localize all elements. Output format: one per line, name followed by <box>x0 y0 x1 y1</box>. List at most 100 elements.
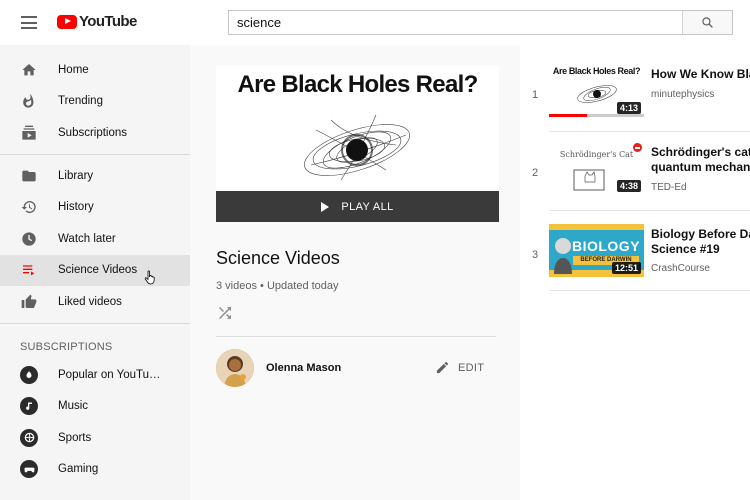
meta-separator: • <box>260 280 267 292</box>
sidebar-item-label: Home <box>58 63 89 76</box>
video-channel[interactable]: minutephysics <box>651 89 714 100</box>
video-count: 3 videos <box>216 280 257 292</box>
watch-progress-bar <box>549 114 644 117</box>
search-icon <box>702 17 713 28</box>
edit-label: EDIT <box>458 361 485 374</box>
history-icon <box>21 199 37 215</box>
playlist-meta: 3 videos • Updated today <box>216 280 339 292</box>
playlist-panel: Are Black Holes Real? PLAY ALL Science V… <box>190 45 520 500</box>
row-divider <box>549 290 750 291</box>
remove-badge-icon[interactable] <box>633 143 642 152</box>
hand-cursor-icon <box>144 270 155 285</box>
video-title-line2: quantum mechan <box>651 160 750 174</box>
video-title-line1: Schrödinger's cat: <box>651 145 750 159</box>
subscription-sports[interactable]: Sports <box>0 422 190 454</box>
subscription-gaming[interactable]: Gaming <box>0 454 190 486</box>
playlist-icon <box>21 262 37 278</box>
video-index: 2 <box>532 167 539 179</box>
sidebar-item-science-videos[interactable]: Science Videos <box>0 254 190 287</box>
playlist-title: Science Videos <box>216 248 340 268</box>
updated-text: Updated today <box>266 280 339 292</box>
subscription-music[interactable]: Music <box>0 390 190 422</box>
play-icon <box>321 201 330 212</box>
hero-thumbnail-text: Are Black Holes Real? <box>237 71 478 98</box>
sidebar-item-label: Music <box>58 400 89 413</box>
sidebar-item-label: Watch later <box>58 232 116 245</box>
video-duration: 4:13 <box>616 102 641 114</box>
playlist-owner[interactable]: Olenna Mason <box>216 349 341 387</box>
music-icon <box>20 397 38 416</box>
youtube-play-icon <box>57 14 77 29</box>
video-duration: 4:38 <box>616 180 641 192</box>
video-index: 3 <box>532 249 539 261</box>
search-button[interactable] <box>682 11 732 34</box>
sidebar-item-label: Subscriptions <box>58 126 128 139</box>
subscriptions-icon <box>21 125 37 141</box>
play-all-button[interactable]: PLAY ALL <box>216 191 499 222</box>
popular-icon <box>20 365 38 384</box>
playlist-video-list: 1 Are Black Holes Real? 4:13 How We Know… <box>520 45 750 500</box>
sidebar-item-library[interactable]: Library <box>0 160 190 192</box>
video-duration: 12:51 <box>611 262 641 274</box>
owner-name[interactable]: Olenna Mason <box>266 362 341 374</box>
pencil-icon <box>436 361 449 374</box>
youtube-logo[interactable]: YouTube <box>57 13 137 30</box>
thumbnail-text-line1: BIOLOGY <box>571 238 641 254</box>
row-divider <box>549 210 750 211</box>
logo-text: YouTube <box>79 13 137 30</box>
list-item[interactable]: 2 Schrödinger's Cat 4:38 Schrödinger's c… <box>520 142 750 208</box>
folder-icon <box>21 168 37 184</box>
sidebar-item-label: Trending <box>58 95 103 108</box>
subscriptions-header: SUBSCRIPTIONS <box>20 340 113 353</box>
video-title[interactable]: How We Know Bla <box>651 67 750 82</box>
sidebar-item-label: Library <box>58 169 94 182</box>
video-title[interactable]: Biology Before Da Science #19 <box>651 227 750 257</box>
sidebar-item-label: Gaming <box>58 463 99 476</box>
sidebar-item-subscriptions[interactable]: Subscriptions <box>0 117 190 149</box>
thumbnail-text: Are Black Holes Real? <box>552 66 641 76</box>
clock-icon <box>21 231 37 247</box>
sidebar-divider <box>0 153 190 155</box>
sidebar-item-history[interactable]: History <box>0 191 190 223</box>
sidebar-item-home[interactable]: Home <box>0 54 190 86</box>
flame-icon <box>21 93 37 109</box>
search-input[interactable] <box>229 11 682 34</box>
black-hole-image <box>577 85 617 103</box>
sidebar-divider <box>0 322 190 324</box>
video-channel[interactable]: CrashCourse <box>651 263 710 274</box>
shuffle-icon[interactable] <box>216 304 234 322</box>
sidebar-item-trending[interactable]: Trending <box>0 86 190 118</box>
play-all-label: PLAY ALL <box>341 200 394 213</box>
video-title-line1: Biology Before Da <box>651 227 750 241</box>
avatar[interactable] <box>216 349 254 387</box>
playlist-hero-thumbnail[interactable]: Are Black Holes Real? PLAY ALL <box>216 65 499 222</box>
sidebar-item-liked-videos[interactable]: Liked videos <box>0 286 190 318</box>
list-item[interactable]: 1 Are Black Holes Real? 4:13 How We Know… <box>520 64 750 130</box>
sidebar-item-label: Popular on YouTu… <box>58 368 161 381</box>
video-thumbnail[interactable]: Are Black Holes Real? 4:13 <box>549 64 644 117</box>
home-icon <box>21 62 37 78</box>
menu-icon[interactable] <box>21 16 37 29</box>
video-title[interactable]: Schrödinger's cat: quantum mechan <box>651 145 750 175</box>
black-hole-image <box>304 114 410 181</box>
cat-in-box-image <box>573 169 605 191</box>
search-box <box>228 10 733 35</box>
sidebar-item-label: History <box>58 201 94 214</box>
sidebar-item-watch-later[interactable]: Watch later <box>0 223 190 255</box>
thumbnail-text: Schrödinger's Cat <box>559 150 634 159</box>
edit-button[interactable]: EDIT <box>435 360 484 375</box>
video-thumbnail[interactable]: Schrödinger's Cat 4:38 <box>549 142 644 195</box>
video-index: 1 <box>532 89 539 101</box>
video-thumbnail[interactable]: BIOLOGY BEFORE DARWIN 12:51 <box>549 224 644 277</box>
video-title-line2: Science #19 <box>651 242 720 256</box>
sports-icon <box>20 428 38 447</box>
watch-progress-fill <box>549 114 587 117</box>
subscription-popular[interactable]: Popular on YouTu… <box>0 359 190 391</box>
list-item[interactable]: 3 BIOLOGY BEFORE DARWIN 12:51 Biology Be… <box>520 224 750 290</box>
playlist-divider <box>216 336 496 337</box>
sidebar: Home Trending Subscriptions Library Hist… <box>0 45 190 500</box>
row-divider <box>549 131 750 132</box>
video-channel[interactable]: TED-Ed <box>651 182 687 193</box>
gaming-icon <box>20 460 38 479</box>
sidebar-item-label: Liked videos <box>58 295 122 308</box>
